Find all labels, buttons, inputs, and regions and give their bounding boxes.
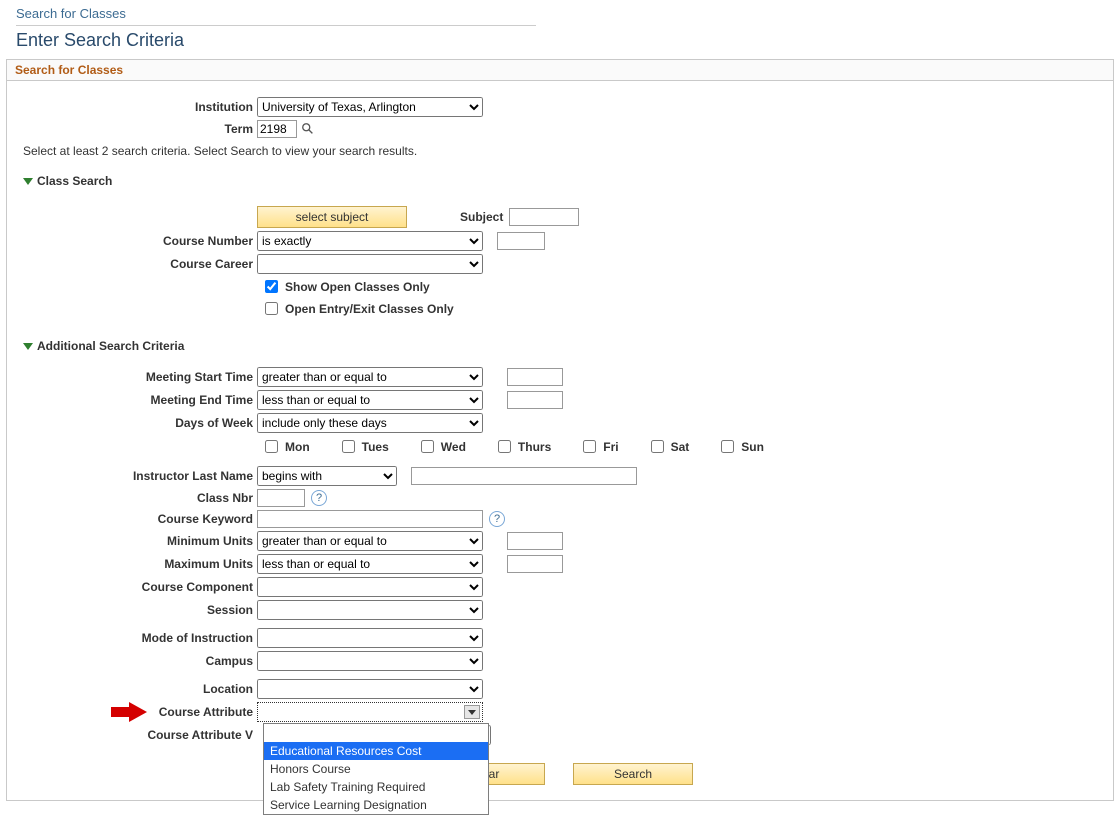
meeting-start-input[interactable] xyxy=(507,368,563,386)
days-op-select[interactable]: include only these days xyxy=(257,413,483,433)
max-units-input[interactable] xyxy=(507,555,563,573)
sat-label: Sat xyxy=(671,440,690,454)
institution-select[interactable]: University of Texas, Arlington xyxy=(257,97,483,117)
days-checkboxes: Mon Tues Wed Thurs Fri Sat Sun xyxy=(261,437,1105,456)
wed-label: Wed xyxy=(441,440,466,454)
course-number-input[interactable] xyxy=(497,232,545,250)
min-units-label: Minimum Units xyxy=(15,534,257,548)
attribute-option-lab-safety[interactable]: Lab Safety Training Required xyxy=(264,778,488,796)
sun-checkbox[interactable] xyxy=(721,440,734,453)
class-search-title: Class Search xyxy=(37,174,112,188)
meeting-end-op-select[interactable]: less than or equal to xyxy=(257,390,483,410)
collapse-icon xyxy=(23,343,33,350)
show-open-checkbox[interactable] xyxy=(265,280,278,293)
meeting-start-op-select[interactable]: greater than or equal to xyxy=(257,367,483,387)
open-entry-label: Open Entry/Exit Classes Only xyxy=(285,302,454,316)
campus-select[interactable] xyxy=(257,651,483,671)
mon-label: Mon xyxy=(285,440,310,454)
min-units-op-select[interactable]: greater than or equal to xyxy=(257,531,483,551)
chevron-down-icon xyxy=(464,705,480,719)
course-number-op-select[interactable]: is exactly xyxy=(257,231,483,251)
instruction-text: Select at least 2 search criteria. Selec… xyxy=(23,144,1105,158)
course-attribute-select[interactable] xyxy=(257,702,483,722)
instructor-last-name-label: Instructor Last Name xyxy=(15,469,257,483)
days-of-week-label: Days of Week xyxy=(15,416,257,430)
help-icon[interactable]: ? xyxy=(489,511,505,527)
sun-label: Sun xyxy=(741,440,764,454)
location-label: Location xyxy=(15,682,257,696)
instructor-op-select[interactable]: begins with xyxy=(257,466,397,486)
section-header: Search for Classes xyxy=(6,59,1114,81)
page-title: Enter Search Criteria xyxy=(0,26,1120,59)
help-icon[interactable]: ? xyxy=(311,490,327,506)
meeting-end-input[interactable] xyxy=(507,391,563,409)
course-keyword-label: Course Keyword xyxy=(15,512,257,526)
subject-input[interactable] xyxy=(509,208,579,226)
breadcrumb-title: Search for Classes xyxy=(0,0,1120,25)
location-select[interactable] xyxy=(257,679,483,699)
red-arrow-annotation xyxy=(111,701,151,723)
course-component-label: Course Component xyxy=(15,580,257,594)
search-panel: Institution University of Texas, Arlingt… xyxy=(6,81,1114,801)
attribute-option-honors[interactable]: Honors Course xyxy=(264,760,488,778)
search-button[interactable]: Search xyxy=(573,763,693,785)
select-subject-button[interactable]: select subject xyxy=(257,206,407,228)
max-units-label: Maximum Units xyxy=(15,557,257,571)
course-attribute-value-label: Course Attribute V xyxy=(15,728,257,742)
term-input[interactable] xyxy=(257,120,297,138)
tue-checkbox[interactable] xyxy=(342,440,355,453)
class-nbr-label: Class Nbr xyxy=(15,491,257,505)
mode-select[interactable] xyxy=(257,628,483,648)
max-units-op-select[interactable]: less than or equal to xyxy=(257,554,483,574)
class-search-header[interactable]: Class Search xyxy=(23,174,1105,188)
subject-label: Subject xyxy=(460,210,503,224)
mode-of-instruction-label: Mode of Instruction xyxy=(15,631,257,645)
institution-label: Institution xyxy=(15,100,257,114)
fri-checkbox[interactable] xyxy=(583,440,596,453)
session-select[interactable] xyxy=(257,600,483,620)
lookup-icon[interactable] xyxy=(301,122,315,136)
meeting-start-label: Meeting Start Time xyxy=(15,370,257,384)
course-keyword-input[interactable] xyxy=(257,510,483,528)
wed-checkbox[interactable] xyxy=(421,440,434,453)
additional-search-header[interactable]: Additional Search Criteria xyxy=(23,339,1105,353)
fri-label: Fri xyxy=(603,440,618,454)
thu-label: Thurs xyxy=(518,440,551,454)
course-career-label: Course Career xyxy=(15,257,257,271)
sat-checkbox[interactable] xyxy=(651,440,664,453)
instructor-name-input[interactable] xyxy=(411,467,637,485)
tue-label: Tues xyxy=(362,440,389,454)
open-entry-checkbox[interactable] xyxy=(265,302,278,315)
thu-checkbox[interactable] xyxy=(498,440,511,453)
min-units-input[interactable] xyxy=(507,532,563,550)
meeting-end-label: Meeting End Time xyxy=(15,393,257,407)
show-open-label: Show Open Classes Only xyxy=(285,280,430,294)
campus-label: Campus xyxy=(15,654,257,668)
collapse-icon xyxy=(23,178,33,185)
term-label: Term xyxy=(15,122,257,136)
class-nbr-input[interactable] xyxy=(257,489,305,507)
course-career-select[interactable] xyxy=(257,254,483,274)
attribute-option-edu-cost[interactable]: Educational Resources Cost xyxy=(264,742,488,760)
attribute-option-blank[interactable] xyxy=(264,724,488,742)
session-label: Session xyxy=(15,603,257,617)
additional-search-title: Additional Search Criteria xyxy=(37,339,184,353)
course-component-select[interactable] xyxy=(257,577,483,597)
mon-checkbox[interactable] xyxy=(265,440,278,453)
course-attribute-options-list: Educational Resources Cost Honors Course… xyxy=(263,723,489,815)
attribute-option-service-learning[interactable]: Service Learning Designation xyxy=(264,796,488,814)
course-number-label: Course Number xyxy=(15,234,257,248)
